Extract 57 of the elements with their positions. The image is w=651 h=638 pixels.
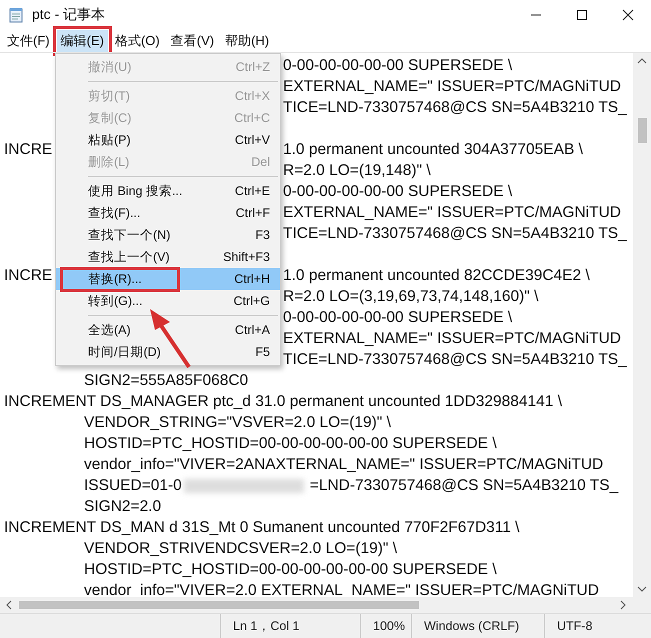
text-line: R=2.0 LO=(3,19,69,73,74,148,160)" \ bbox=[283, 287, 538, 307]
text-line: 0-00-00-00-00-00 SUPERSEDE \ bbox=[283, 56, 512, 76]
text-line: TICE=LND-7330757468@CS SN=5A4B3210 TS_ bbox=[283, 98, 627, 118]
text-line: SIGN2=555A85F068C0 bbox=[84, 371, 248, 391]
text-line: INCRE bbox=[4, 267, 52, 284]
menu-item[interactable]: 帮助(H) bbox=[221, 30, 274, 52]
window-title: ptc - 记事本 bbox=[32, 6, 106, 24]
status-text: Windows (CRLF) bbox=[411, 614, 544, 638]
text-line: INCRE bbox=[4, 141, 52, 158]
text-line: HOSTID=PTC_HOSTID=00-00-00-00-00-00 SUPERSEDE \ bbox=[84, 560, 497, 580]
menu-item[interactable]: 使用 Bing 搜索... Ctrl+E bbox=[56, 180, 280, 202]
text-line: 0-00-00-00-00-00 SUPERSEDE \ bbox=[283, 182, 512, 202]
text-line: VENDOR_STRIVENDCSVER=2.0 LO=(19)" \ bbox=[84, 539, 398, 559]
close-icon[interactable] bbox=[622, 9, 634, 21]
text-line: =LND-7330757468@CS SN=5A4B3210 TS_ bbox=[310, 476, 618, 496]
menu-item[interactable]: 格式(O) bbox=[110, 30, 164, 52]
menu-item[interactable]: 替换(R)... Ctrl+H bbox=[56, 268, 280, 290]
scroll-right-icon[interactable] bbox=[619, 600, 627, 610]
text-line: INCREMENT DS_MANAGER ptc_d 31.0 permanent uncounted 1DD329884141 \ bbox=[4, 392, 562, 412]
status-text: 100% bbox=[360, 614, 411, 638]
text-line: 1.0 permanent uncounted 82CCDE39C4E2 \ bbox=[283, 266, 590, 286]
maximize-icon[interactable] bbox=[576, 9, 588, 21]
text-line: TICE=LND-7330757468@CS SN=5A4B3210 TS_ bbox=[283, 224, 627, 244]
scrollbar-thumb[interactable] bbox=[19, 601, 419, 609]
menu-item[interactable]: 文件(F) bbox=[3, 30, 54, 52]
menu-item[interactable]: 查找上一个(V) Shift+F3 bbox=[56, 246, 280, 268]
scroll-down-icon[interactable] bbox=[637, 585, 647, 593]
menu-item[interactable]: 查找下一个(N) F3 bbox=[56, 224, 280, 246]
notepad-icon bbox=[8, 7, 24, 23]
menu-item[interactable]: 查看(V) bbox=[166, 30, 218, 52]
text-line: TICE=LND-7330757468@CS SN=5A4B3210 TS_ bbox=[283, 350, 627, 370]
text-line: 1.0 permanent uncounted 304A37705EAB \ bbox=[283, 140, 583, 160]
text-line: INCREMENT DS_MAN d 31S_Mt 0 Sumanent uncounted 770F2F67D311 \ bbox=[4, 518, 520, 538]
menu-item[interactable]: 转到(G)... Ctrl+G bbox=[56, 290, 280, 312]
scroll-left-icon[interactable] bbox=[5, 600, 13, 610]
text-line: HOSTID=PTC_HOSTID=00-00-00-00-00-00 SUPERSEDE \ bbox=[84, 434, 497, 454]
text-line: R=2.0 LO=(19,148)" \ bbox=[283, 161, 431, 181]
text-line: VENDOR_STRING="VSVER=2.0 LO=(19)" \ bbox=[84, 413, 391, 433]
text-line: 0-00-00-00-00-00 SUPERSEDE \ bbox=[283, 308, 512, 328]
text-line: EXTERNAL_NAME=" ISSUER=PTC/MAGNiTUD bbox=[283, 203, 621, 223]
text-line: EXTERNAL_NAME=" ISSUER=PTC/MAGNiTUD bbox=[283, 329, 621, 349]
status-text: Ln 1，Col 1 bbox=[220, 614, 360, 638]
horizontal-scrollbar[interactable] bbox=[0, 597, 651, 613]
text-line: vendor_info="VIVER=2ANAXTERNAL_NAME=" ISSUER=PTC/MAGNiTUD bbox=[84, 455, 604, 475]
text-line: vendor_info="VIVER=2.0 EXTERNAL_NAME=" ISSUER=PTC/MAGNiTUD bbox=[84, 581, 599, 597]
vertical-scrollbar[interactable] bbox=[633, 53, 651, 597]
text-line: SIGN2=2.0 bbox=[84, 497, 162, 517]
menu-item[interactable]: 查找(F)... Ctrl+F bbox=[56, 202, 280, 224]
menu-item[interactable]: 全选(A) Ctrl+A bbox=[56, 319, 280, 341]
menu-item[interactable]: 粘贴(P) Ctrl+V bbox=[56, 129, 280, 151]
menu-item[interactable]: 时间/日期(D) F5 bbox=[56, 341, 280, 363]
menu-item[interactable]: 编辑(E) bbox=[56, 30, 108, 52]
scrollbar-thumb[interactable] bbox=[638, 118, 646, 143]
status-text: UTF-8 bbox=[544, 614, 637, 638]
scroll-up-icon[interactable] bbox=[637, 57, 647, 65]
text-line: EXTERNAL_NAME=" ISSUER=PTC/MAGNiTUD bbox=[283, 77, 621, 97]
text-line: ISSUED=01-0 bbox=[84, 476, 182, 496]
